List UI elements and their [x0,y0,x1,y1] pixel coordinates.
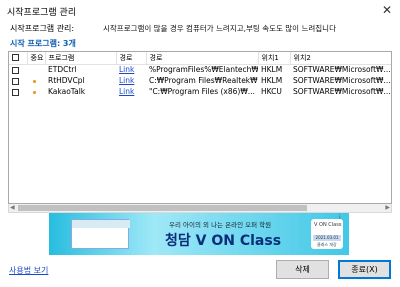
program-name: RtHDVCpl [48,76,85,85]
scroll-right-icon[interactable]: ▶ [385,204,390,212]
column-header-path[interactable]: 경로 [146,52,259,65]
path-cell: %ProgramFiles%₩Elantech₩... [149,65,258,75]
row-checkbox[interactable] [12,88,19,96]
close-icon[interactable]: ✕ [374,0,400,20]
banner-badge: V ON Class 2021.03.01 클래스 개강 [311,219,343,249]
path-cell: "C:₩Program Files (x86)₩... [149,87,255,96]
importance-cell [27,86,45,97]
table-row[interactable]: KakaoTalk Link "C:₩Program Files (x86)₩.… [9,86,391,97]
scroll-thumb[interactable] [18,205,307,211]
column-header-location1[interactable]: 위치1 [258,52,291,65]
importance-cell [27,75,45,86]
description-text: 시작프로그램이 많을 경우 컴퓨터가 느려지고,부팅 속도도 많이 느려집니다 [103,24,336,33]
startup-table: 중요 프로그램 경로 경로 위치1 위치2 ETDCtrl Link %Prog… [8,51,392,204]
location1-cell: HKLM [261,65,283,75]
select-all-header[interactable] [9,52,28,65]
badge-date: 2021.03.01 [313,235,341,241]
table-header: 중요 프로그램 경로 경로 위치1 위치2 [9,52,391,65]
table-row[interactable]: ETDCtrl Link %ProgramFiles%₩Elantech₩...… [9,64,391,75]
horizontal-scrollbar[interactable]: ◀ ▶ [8,204,392,213]
important-dot-icon [33,90,36,94]
column-header-program[interactable]: 프로그램 [45,52,117,65]
usage-help-link[interactable]: 사용법 보기 [9,265,48,276]
importance-cell [27,64,45,75]
table-row[interactable]: RtHDVCpl Link C:₩Program Files₩Realtek₩.… [9,75,391,86]
select-all-checkbox[interactable] [12,54,19,62]
program-name: KakaoTalk [48,87,86,96]
badge-subtitle: 클래스 개강 [317,242,337,247]
row-checkbox[interactable] [12,77,19,85]
description-label: 시작프로그램 관리: [10,24,75,33]
path-link[interactable]: Link [119,76,134,85]
column-header-important[interactable]: 중요 [27,52,46,65]
delete-button[interactable]: 삭제 [276,260,329,279]
title-bar: 시작프로그램 관리 ✕ [0,0,400,20]
scroll-left-icon[interactable]: ◀ [10,204,15,212]
banner-tagline: 우리 아이의 외 나는 온라인 오퍼 학원 [169,221,272,229]
column-header-path-link[interactable]: 경로 [116,52,147,65]
row-checkbox[interactable] [12,66,19,74]
startup-count: 시작 프로그램: 3개 [10,39,76,48]
exit-button[interactable]: 종료(X) [338,260,391,279]
path-cell: C:₩Program Files₩Realtek₩... [149,76,258,85]
location1-cell: HKLM [261,76,283,85]
description-row: 시작프로그램 관리: 시작프로그램이 많을 경우 컴퓨터가 느려지고,부팅 속도… [10,23,390,35]
location2-cell: SOFTWARE₩Microsoft₩... [293,76,391,85]
banner-headline: 청담 V ON Class [165,233,282,249]
location1-cell: HKCU [261,87,282,96]
location2-cell: SOFTWARE₩Microsoft₩... [293,65,391,75]
window-title: 시작프로그램 관리 [7,8,77,18]
info-icon[interactable]: i [339,214,341,221]
path-link[interactable]: Link [119,87,134,96]
important-dot-icon [33,79,36,83]
program-name: ETDCtrl [48,65,77,75]
badge-logo: V ON Class [314,222,342,228]
location2-cell: SOFTWARE₩Microsoft₩... [293,87,391,96]
ad-banner[interactable]: 우리 아이의 외 나는 온라인 오퍼 학원 청담 V ON Class V ON… [49,213,349,255]
column-header-location2[interactable]: 위치2 [290,52,391,65]
path-link[interactable]: Link [119,65,134,74]
video-class-image [71,219,130,249]
